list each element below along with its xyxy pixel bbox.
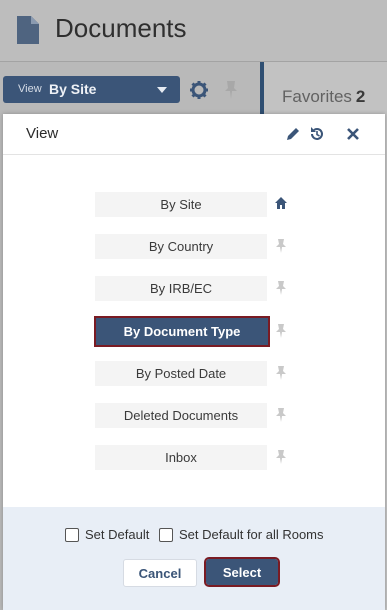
app-header: Documents: [0, 0, 387, 62]
view-option-by-document-type[interactable]: By Document Type: [94, 316, 270, 347]
set-default-checkbox[interactable]: [65, 527, 79, 542]
option-label: By Site: [160, 197, 202, 212]
pin-icon[interactable]: [274, 450, 288, 464]
dialog-footer: Set Default Set Default for all Rooms Ca…: [3, 507, 385, 610]
set-default-option[interactable]: Set Default: [65, 527, 149, 542]
option-label: By Country: [148, 239, 214, 254]
view-option-by-site[interactable]: By Site: [95, 192, 267, 217]
view-option-inbox[interactable]: Inbox: [95, 445, 267, 470]
reset-icon[interactable]: [309, 126, 325, 142]
option-label: By IRB/EC: [149, 281, 213, 296]
set-default-all-rooms-checkbox[interactable]: [159, 527, 173, 542]
set-default-label: Set Default: [85, 527, 150, 542]
option-label: Deleted Documents: [123, 408, 239, 423]
pin-icon[interactable]: [274, 239, 288, 253]
gear-icon[interactable]: [190, 81, 208, 99]
cancel-button[interactable]: Cancel: [123, 559, 197, 587]
view-dropdown[interactable]: View By Site: [3, 76, 180, 103]
view-option-by-country[interactable]: By Country: [95, 234, 267, 259]
view-option-by-irb-ec[interactable]: By IRB/EC: [95, 276, 267, 301]
set-default-all-rooms-option[interactable]: Set Default for all Rooms: [159, 527, 324, 542]
favorites-count: 2: [355, 87, 366, 106]
dialog-title: View: [26, 125, 59, 142]
view-dropdown-value: By Site: [49, 81, 97, 97]
favorites-label: Favorites: [282, 87, 352, 106]
page-title: Documents: [55, 13, 187, 43]
option-label: By Document Type: [123, 324, 241, 339]
pin-icon[interactable]: [274, 366, 288, 380]
view-dropdown-prefix: View: [18, 83, 42, 95]
set-default-all-rooms-label: Set Default for all Rooms: [179, 527, 324, 542]
chevron-down-icon: [157, 87, 167, 93]
dialog-header: View: [3, 114, 385, 155]
pin-icon[interactable]: [274, 408, 288, 422]
document-icon: [17, 16, 39, 44]
select-button[interactable]: Select: [204, 557, 280, 587]
pencil-icon[interactable]: [285, 126, 301, 142]
pin-icon[interactable]: [274, 281, 288, 295]
pin-icon[interactable]: [224, 81, 238, 99]
view-option-by-posted-date[interactable]: By Posted Date: [95, 361, 267, 386]
option-label: By Posted Date: [135, 366, 227, 381]
view-option-deleted-documents[interactable]: Deleted Documents: [95, 403, 267, 428]
home-icon[interactable]: [274, 196, 288, 210]
view-dialog: View By Site By Country By IRB/EC By Doc…: [3, 114, 385, 610]
option-label: Inbox: [165, 450, 197, 465]
close-icon[interactable]: [345, 126, 361, 142]
pin-icon[interactable]: [274, 324, 288, 338]
favorites-tab[interactable]: Favorites 2: [282, 87, 365, 107]
